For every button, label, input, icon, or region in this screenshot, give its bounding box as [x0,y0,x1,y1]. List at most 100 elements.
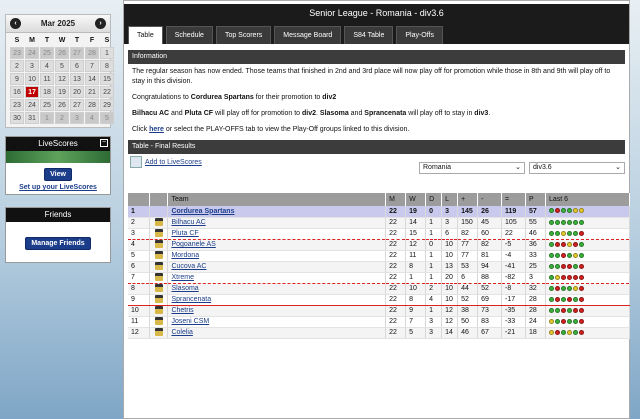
calendar-day[interactable]: 27 [70,99,84,111]
calendar-title: Mar 2025 [40,19,76,28]
team-link[interactable]: Xtreme [171,274,194,281]
table-row: 12 Colelia 22 5 3 14 46 67 -21 18 [128,327,630,339]
minimize-icon[interactable]: − [100,139,108,147]
calendar-day[interactable]: 11 [40,73,54,85]
calendar-day[interactable]: 3 [25,60,39,72]
calendar-day[interactable]: 1 [40,112,54,124]
standings-table: Team M W D L + - = P Last 6 1 Cordurea Spartans 22 1… [128,193,630,339]
calendar-day-today[interactable]: 17 [25,86,39,98]
calendar-day[interactable]: 22 [100,86,114,98]
team-link[interactable]: Colelia [171,329,192,336]
calendar-day[interactable]: 29 [100,99,114,111]
calendar-day[interactable]: 5 [55,60,69,72]
add-livescores-link[interactable]: Add to LiveScores [145,159,202,166]
add-livescores[interactable]: Add to LiveScores [130,156,202,168]
team-link[interactable]: Bilhacu AC [171,219,205,226]
calendar-day[interactable]: 4 [85,112,99,124]
points-cell: 57 [525,206,546,218]
country-select[interactable]: Romania ⌄ [419,162,525,174]
team-link[interactable]: Sprancenata [171,296,211,303]
goals-against-cell: 45 [477,217,503,229]
team-link[interactable]: Cordurea Spartans [171,208,234,215]
calendar-day[interactable]: 9 [10,73,24,85]
manage-friends-button[interactable]: Manage Friends [25,237,91,250]
calendar-day[interactable]: 28 [85,99,99,111]
manager-icon [154,283,163,292]
calendar-day[interactable]: 26 [55,99,69,111]
calendar-day[interactable]: 10 [25,73,39,85]
prev-month-icon[interactable]: ‹ [10,18,21,29]
form-dot-win [573,318,578,324]
team-link[interactable]: Mordona [171,252,199,259]
calendar-day[interactable]: 19 [55,86,69,98]
team-link[interactable]: Chetris [171,307,193,314]
wins-cell: 8 [405,261,427,273]
last-six-cell [545,283,630,295]
goals-against-cell: 81 [477,250,503,262]
tab-schedule[interactable]: Schedule [165,26,213,44]
left-column: ‹ Mar 2025 › S M T W T F S 23 24 25 26 27 28 1 2 3 4 5 6 7 8… [5,14,114,263]
calendar-day[interactable]: 18 [40,86,54,98]
calendar-day[interactable]: 6 [70,60,84,72]
view-livescores-button[interactable]: View [44,168,72,181]
calendar-day[interactable]: 24 [25,99,39,111]
calendar-day[interactable]: 24 [25,47,39,59]
calendar-day[interactable]: 20 [70,86,84,98]
calendar-day[interactable]: 21 [85,86,99,98]
and-2: and [348,110,365,117]
playoff-team-2: Pluta CF [184,110,214,117]
calendar-day[interactable]: 13 [70,73,84,85]
calendar-day[interactable]: 26 [55,47,69,59]
last-six-cell [545,261,630,273]
calendar-day[interactable]: 27 [70,47,84,59]
calendar-day[interactable]: 16 [10,86,24,98]
calendar-day[interactable]: 2 [55,112,69,124]
team-link[interactable]: Cucova AC [171,263,206,270]
team-link[interactable]: Pluta CF [171,230,198,237]
form-dot-win [549,241,554,247]
setup-livescores-link[interactable]: Set up your LiveScores [6,184,110,194]
calendar-day[interactable]: 31 [25,112,39,124]
calendar-day[interactable]: 2 [10,60,24,72]
calendar-day[interactable]: 12 [55,73,69,85]
calendar-day[interactable]: 4 [40,60,54,72]
team-cell: Chetris [167,305,387,317]
losses-cell: 6 [441,228,459,240]
calendar-day[interactable]: 23 [10,99,24,111]
wins-cell: 19 [405,206,427,218]
calendar-day[interactable]: 14 [85,73,99,85]
losses-cell: 3 [441,206,459,218]
last-six-cell [545,316,630,328]
division-select[interactable]: div3.6 ⌄ [529,162,625,174]
calendar-day[interactable]: 25 [40,99,54,111]
calendar-day[interactable]: 3 [70,112,84,124]
calendar-day[interactable]: 28 [85,47,99,59]
table-row: 3 Pluta CF 22 15 1 6 82 60 22 46 [128,228,630,240]
tab-table[interactable]: Table [128,26,163,44]
calendar-day[interactable]: 7 [85,60,99,72]
calendar-day[interactable]: 15 [100,73,114,85]
calendar-day[interactable]: 23 [10,47,24,59]
calendar-day[interactable]: 1 [100,47,114,59]
team-link[interactable]: Pogoanele AS [171,241,215,248]
tab-top-scorers[interactable]: Top Scorers [215,26,272,44]
playoffs-here-link[interactable]: here [149,126,164,133]
form-dots [549,318,584,324]
team-cell: Cordurea Spartans [167,206,387,218]
calendar: ‹ Mar 2025 › S M T W T F S 23 24 25 26 27 28 1 2 3 4 5 6 7 8… [5,14,114,128]
team-link[interactable]: Joseni CSM [171,318,209,325]
form-dot-win [567,285,572,291]
tab-play-offs[interactable]: Play-Offs [396,26,443,44]
calendar-day[interactable]: 8 [100,60,114,72]
calendar-day[interactable]: 25 [40,47,54,59]
goal-diff-cell: 105 [501,217,527,229]
next-month-icon[interactable]: › [95,18,106,29]
calendar-day[interactable]: 30 [10,112,24,124]
team-link[interactable]: Slasoma [171,285,198,292]
calendar-day[interactable]: 5 [100,112,114,124]
draws-cell: 1 [425,250,443,262]
tab-s84-table[interactable]: S84 Table [344,26,394,44]
manager-cell [149,239,169,251]
tab-message-board[interactable]: Message Board [274,26,342,44]
tab-bar: Table Schedule Top Scorers Message Board S84… [124,22,629,44]
